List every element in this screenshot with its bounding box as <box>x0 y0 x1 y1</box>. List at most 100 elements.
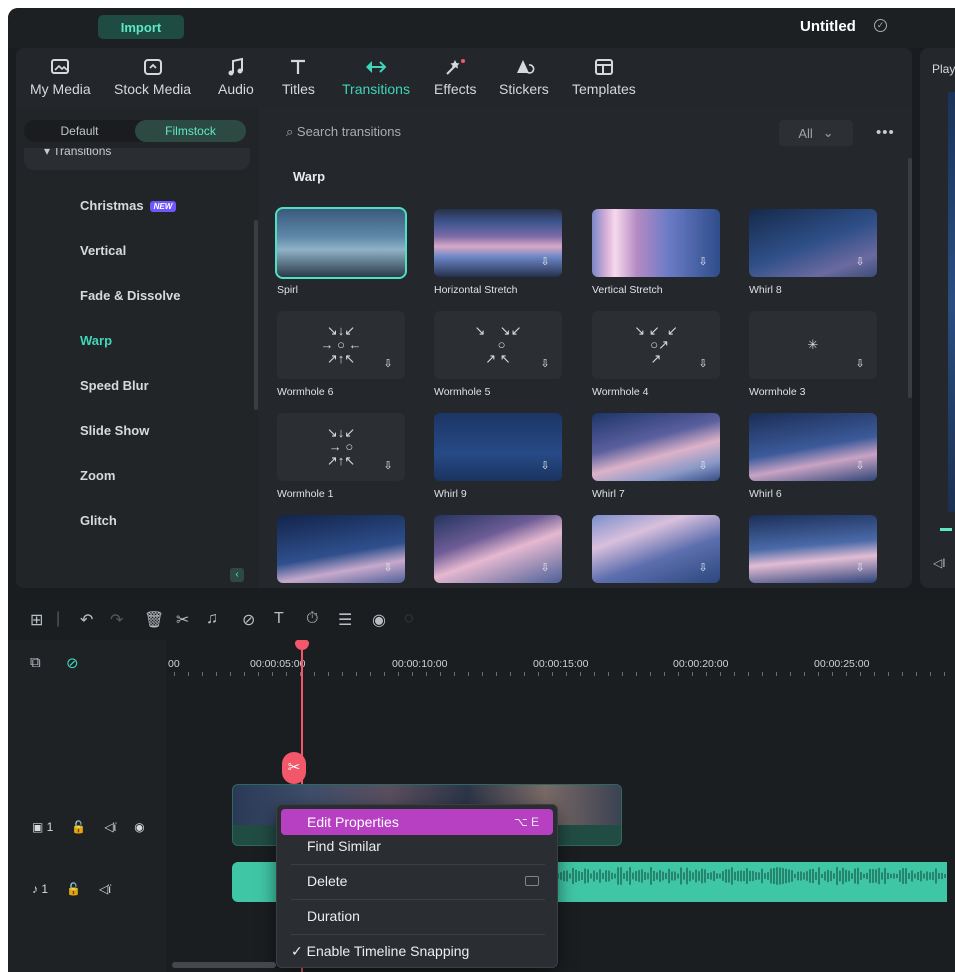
tab-stock-media[interactable]: Stock Media <box>114 56 191 97</box>
tab-audio[interactable]: Audio <box>218 56 254 97</box>
lock-icon[interactable]: 🔓 <box>71 820 86 834</box>
add-track-icon[interactable]: ⧉ <box>30 654 41 671</box>
sidebar-item-vertical[interactable]: Vertical <box>80 243 126 258</box>
ruler-label: 00:00:20:00 <box>673 658 729 670</box>
transition-thumbnail[interactable]: ⇩ <box>592 413 720 481</box>
download-icon[interactable]: ⇩ <box>538 255 552 269</box>
download-icon[interactable]: ⇩ <box>381 561 395 575</box>
download-icon[interactable]: ⇩ <box>696 255 710 269</box>
transition-thumbnail[interactable]: ⇩ <box>592 209 720 277</box>
time-ruler[interactable]: 00 00:00:05:00 00:00:10:00 00:00:15:00 00:00… <box>166 652 955 680</box>
browser-scrollbar[interactable] <box>908 158 912 398</box>
transition-thumbnail[interactable]: ↘ ↙ ↙ ○↗ ↗ ⇩ <box>592 311 720 379</box>
ruler-tick <box>636 672 637 676</box>
segment-default[interactable]: Default <box>24 120 135 142</box>
transition-label: Wormhole 3 <box>749 386 806 398</box>
speed-icon[interactable]: ⏱ <box>306 610 318 628</box>
transition-thumbnail[interactable]: ⇩ <box>592 515 720 583</box>
menu-item-find-similar[interactable]: Find Similar <box>281 833 553 859</box>
download-icon[interactable]: ⇩ <box>696 459 710 473</box>
download-icon[interactable]: ⇩ <box>381 459 395 473</box>
split-scissor-icon[interactable]: ✂ <box>282 752 306 784</box>
sidebar-scrollbar[interactable] <box>254 220 258 410</box>
layout-icon[interactable]: ⊞ <box>30 610 43 630</box>
download-icon[interactable]: ⇩ <box>853 255 867 269</box>
sidebar-item-slide-show[interactable]: Slide Show <box>80 423 149 438</box>
speaker-icon[interactable]: ◁ϊ <box>99 882 111 896</box>
ruler-tick <box>860 672 861 676</box>
ruler-tick <box>174 672 175 676</box>
audio-icon <box>228 57 243 76</box>
transition-thumbnail[interactable] <box>275 207 407 279</box>
menu-item-enable-snapping[interactable]: ✓ Enable Timeline Snapping <box>281 938 553 964</box>
link-icon[interactable]: ⊘ <box>66 654 79 672</box>
eye-icon[interactable]: ◉ <box>134 820 144 834</box>
transition-thumbnail[interactable]: ⇩ <box>749 515 877 583</box>
menu-item-duration[interactable]: Duration <box>281 903 553 929</box>
download-icon[interactable]: ⇩ <box>538 459 552 473</box>
transition-thumbnail[interactable]: ↘↓↙ → ○ ← ↗↑↖ ⇩ <box>277 311 405 379</box>
sidebar-item-warp[interactable]: Warp <box>80 333 112 348</box>
timeline-scrollbar[interactable] <box>172 962 276 968</box>
tab-label: Audio <box>218 81 254 97</box>
sidebar-item-speed-blur[interactable]: Speed Blur <box>80 378 149 393</box>
collapse-sidebar-button[interactable]: ‹ <box>230 568 244 582</box>
group-header[interactable]: ▾ Transitions <box>24 148 250 170</box>
filter-dropdown[interactable]: All ⌄ <box>779 120 853 146</box>
download-icon[interactable]: ⇩ <box>696 357 710 371</box>
tab-stickers[interactable]: Stickers <box>499 56 549 97</box>
download-icon[interactable]: ⇩ <box>538 561 552 575</box>
cut-icon[interactable]: ✂ <box>176 610 189 630</box>
audio-split-icon[interactable]: ♫ <box>206 610 218 628</box>
transition-thumbnail[interactable]: ⇩ <box>434 209 562 277</box>
download-icon[interactable]: ⇩ <box>696 561 710 575</box>
download-icon[interactable]: ⇩ <box>381 357 395 371</box>
tab-my-media[interactable]: My Media <box>30 56 91 97</box>
ruler-tick <box>482 672 483 676</box>
color-icon[interactable]: ◉ <box>372 610 386 630</box>
sidebar-item-fade-dissolve[interactable]: Fade & Dissolve <box>80 288 180 303</box>
previous-frame-icon[interactable]: ◁I <box>933 556 946 570</box>
more-options-icon[interactable]: ••• <box>876 124 895 141</box>
download-icon[interactable]: ⇩ <box>853 459 867 473</box>
menu-item-delete[interactable]: Delete <box>281 868 553 894</box>
transition-thumbnail[interactable]: ↘↓↙ → ○ ↗↑↖ ⇩ <box>277 413 405 481</box>
tab-effects[interactable]: Effects <box>434 56 477 97</box>
transition-thumbnail[interactable]: ↘ ↘↙ ○ ↗ ↖ ⇩ <box>434 311 562 379</box>
lock-icon[interactable]: 🔓 <box>66 882 81 896</box>
sidebar-item-christmas[interactable]: Christmas NEW <box>80 198 177 213</box>
segment-filmstock[interactable]: Filmstock <box>135 120 246 142</box>
import-button[interactable]: Import <box>98 15 184 39</box>
transition-thumbnail[interactable]: ⇩ <box>277 515 405 583</box>
tab-transitions[interactable]: Transitions <box>342 56 410 97</box>
transition-thumbnail[interactable]: ⇩ <box>434 515 562 583</box>
tab-templates[interactable]: Templates <box>572 56 636 97</box>
project-title[interactable]: Untitled <box>800 18 856 35</box>
ruler-tick <box>832 672 833 676</box>
chevron-down-icon: ⌄ <box>822 125 834 140</box>
download-icon[interactable]: ⇩ <box>853 561 867 575</box>
menu-item-edit-properties[interactable]: Edit Properties ⌥ E <box>281 809 553 835</box>
adjust-icon[interactable]: ☰ <box>338 610 352 630</box>
transition-label: Wormhole 5 <box>434 386 491 398</box>
speaker-icon[interactable]: ◁ϊ <box>104 820 116 834</box>
download-icon[interactable]: ⇩ <box>853 357 867 371</box>
transition-thumbnail[interactable]: ⇩ <box>749 413 877 481</box>
search-input[interactable]: ⌕ Search transitions <box>286 124 401 140</box>
mute-icon[interactable]: ⊘ <box>242 610 255 630</box>
transition-thumbnail[interactable]: ✳ ⇩ <box>749 311 877 379</box>
player-control[interactable] <box>940 528 952 531</box>
tab-titles[interactable]: Titles <box>282 56 315 97</box>
delete-icon[interactable]: 🗑 <box>144 610 164 630</box>
check-circle-icon[interactable]: ✓ <box>874 19 887 32</box>
sidebar-item-zoom[interactable]: Zoom <box>80 468 115 483</box>
transition-label: Whirl 6 <box>749 488 782 500</box>
ai-icon[interactable]: ◌ <box>404 610 414 628</box>
transition-thumbnail[interactable]: ⇩ <box>434 413 562 481</box>
text-icon[interactable]: T <box>274 610 284 628</box>
undo-icon[interactable]: ↶ <box>80 610 93 630</box>
transition-thumbnail[interactable]: ⇩ <box>749 209 877 277</box>
redo-icon[interactable]: ↷ <box>110 610 123 630</box>
download-icon[interactable]: ⇩ <box>538 357 552 371</box>
sidebar-item-glitch[interactable]: Glitch <box>80 513 117 528</box>
